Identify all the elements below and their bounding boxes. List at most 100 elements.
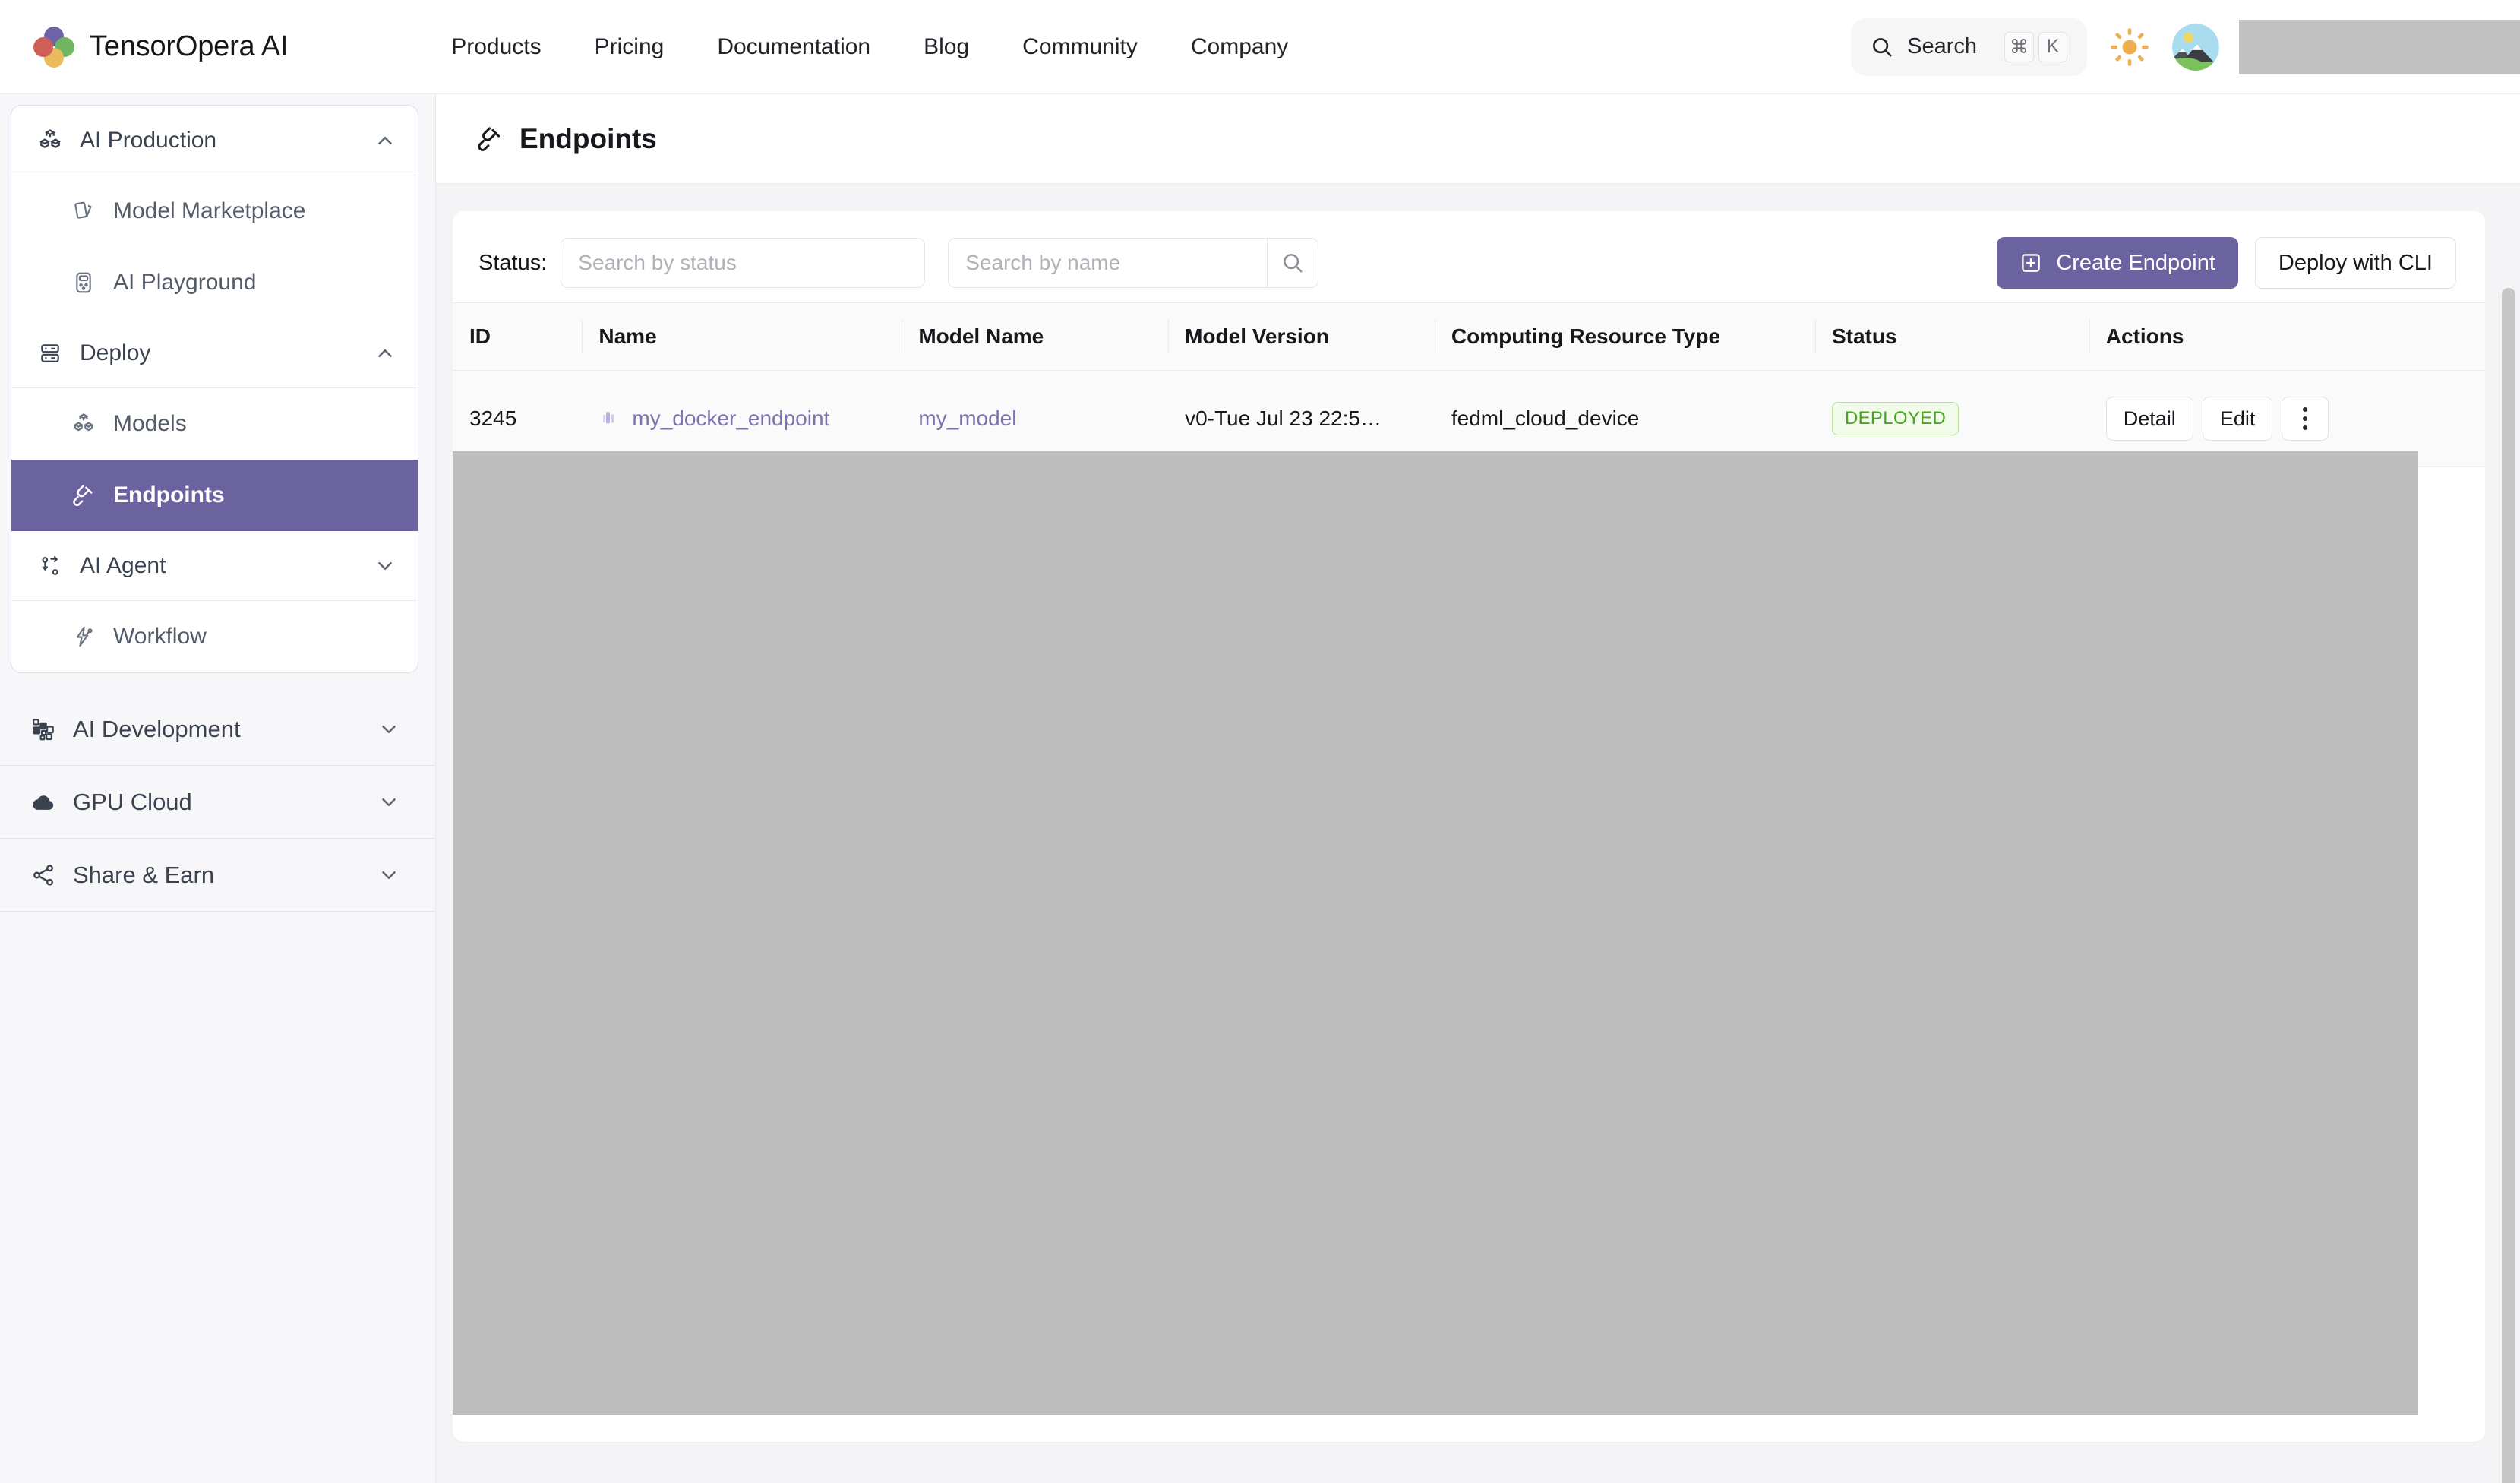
cubes-icon [34, 128, 66, 153]
workflow-icon [68, 625, 99, 649]
blocks-icon [27, 716, 59, 742]
column-header-name: Name [582, 303, 902, 371]
endpoints-table: ID Name Model Name Model Version Computi… [453, 302, 2485, 467]
search-icon [1871, 36, 1893, 58]
status-filter-placeholder: Search by status [578, 251, 737, 275]
column-header-status: Status [1815, 303, 2089, 371]
cards-icon [68, 199, 99, 223]
sidebar-item-endpoints[interactable]: Endpoints [11, 460, 418, 531]
create-endpoint-button[interactable]: Create Endpoint [1997, 237, 2238, 289]
sidebar-item-label: Share & Earn [73, 862, 214, 889]
share-icon [27, 862, 59, 888]
sidebar-item-share-and-earn[interactable]: Share & Earn [0, 839, 435, 912]
table-header: ID Name Model Name Model Version Computi… [453, 303, 2485, 371]
redacted-account-block [2239, 20, 2520, 74]
kbd-command-icon: ⌘ [2004, 32, 2034, 62]
cubes-icon [68, 412, 99, 436]
top-navigation-bar: TensorOpera AI Products Pricing Document… [0, 0, 2520, 94]
name-search-group: Search by name [948, 238, 1318, 288]
nav-link-blog[interactable]: Blog [924, 34, 969, 60]
create-endpoint-label: Create Endpoint [2056, 251, 2215, 276]
sidebar-ai-production-card: AI Production Model Marketplace [11, 105, 418, 673]
sidebar-group-ai-agent[interactable]: AI Agent [11, 531, 418, 601]
main-content: Endpoints Status: Search by status Searc… [436, 94, 2520, 1483]
top-nav-right-cluster: Search ⌘ K [1851, 18, 2520, 76]
endpoint-name-link[interactable]: my_docker_endpoint [632, 406, 829, 431]
sidebar-item-label: AI Development [73, 716, 241, 743]
primary-nav-links: Products Pricing Documentation Blog Comm… [451, 34, 1288, 60]
brand-logo[interactable]: TensorOpera AI [33, 27, 288, 68]
status-badge: DEPLOYED [1832, 402, 1959, 435]
edit-button[interactable]: Edit [2203, 397, 2273, 441]
global-search-label: Search [1907, 34, 1977, 59]
nav-link-community[interactable]: Community [1022, 34, 1138, 60]
endpoints-card: Status: Search by status Search by name [453, 211, 2485, 1442]
agent-icon [34, 554, 66, 578]
filter-toolbar: Status: Search by status Search by name [453, 211, 2485, 302]
column-header-computing-resource-type: Computing Resource Type [1435, 303, 1815, 371]
chevron-up-icon [372, 340, 398, 366]
name-search-placeholder: Search by name [965, 251, 1120, 275]
plug-icon [474, 123, 506, 155]
sidebar-item-models[interactable]: Models [11, 388, 418, 460]
name-search-button[interactable] [1267, 238, 1318, 288]
chevron-down-icon [376, 716, 402, 742]
sidebar-group-label: AI Production [80, 128, 216, 153]
sidebar-item-label: Endpoints [113, 482, 225, 508]
name-search-input[interactable]: Search by name [948, 238, 1267, 288]
sidebar-item-gpu-cloud[interactable]: GPU Cloud [0, 766, 435, 839]
sidebar-item-model-marketplace[interactable]: Model Marketplace [11, 175, 418, 247]
server-icon [34, 341, 66, 365]
nav-link-products[interactable]: Products [451, 34, 541, 60]
sidebar-item-label: Models [113, 411, 187, 437]
sidebar-group-label: AI Agent [80, 553, 166, 579]
kebab-menu-icon [2303, 407, 2307, 430]
kbd-k: K [2038, 32, 2067, 62]
nav-link-documentation[interactable]: Documentation [717, 34, 870, 60]
tensoropera-logo-icon [33, 27, 74, 68]
avatar[interactable] [2172, 24, 2219, 71]
chevron-down-icon [376, 789, 402, 815]
sun-icon [2110, 27, 2149, 67]
column-header-id: ID [453, 303, 582, 371]
detail-button[interactable]: Detail [2106, 397, 2193, 441]
sidebar-item-workflow[interactable]: Workflow [11, 601, 418, 672]
deploy-with-cli-label: Deploy with CLI [2278, 251, 2433, 276]
content-area: Status: Search by status Search by name [436, 184, 2520, 1442]
chevron-down-icon [372, 553, 398, 579]
sidebar-item-ai-playground[interactable]: AI Playground [11, 247, 418, 318]
sidebar-item-ai-development[interactable]: AI Development [0, 693, 435, 766]
more-actions-button[interactable] [2282, 397, 2329, 441]
theme-toggle-button[interactable] [2107, 24, 2152, 70]
sidebar-group-label: Deploy [80, 340, 150, 366]
deploy-with-cli-button[interactable]: Deploy with CLI [2255, 237, 2456, 289]
global-search-button[interactable]: Search ⌘ K [1851, 18, 2087, 76]
search-icon [1281, 251, 1304, 274]
sidebar-item-label: Model Marketplace [113, 198, 305, 224]
page-title: Endpoints [519, 123, 657, 155]
sidebar: AI Production Model Marketplace [0, 94, 436, 1483]
sidebar-item-label: GPU Cloud [73, 789, 192, 816]
chevron-down-icon [376, 862, 402, 888]
docker-icon [598, 407, 621, 430]
brand-name: TensorOpera AI [90, 30, 288, 63]
redacted-table-body-block [453, 451, 2418, 1415]
sidebar-item-label: Workflow [113, 624, 207, 650]
search-shortcut-hint: ⌘ K [2004, 32, 2067, 62]
column-header-model-version: Model Version [1168, 303, 1435, 371]
nav-link-company[interactable]: Company [1191, 34, 1288, 60]
status-filter-input[interactable]: Search by status [561, 238, 925, 288]
cloud-icon [27, 789, 59, 816]
page-header: Endpoints [436, 94, 2520, 184]
nav-link-pricing[interactable]: Pricing [595, 34, 665, 60]
column-header-actions: Actions [2089, 303, 2485, 371]
status-filter-label: Status: [478, 251, 547, 276]
sidebar-group-ai-production[interactable]: AI Production [11, 106, 418, 175]
plus-square-icon [2019, 251, 2042, 274]
sidebar-group-deploy[interactable]: Deploy [11, 318, 418, 388]
column-header-model-name: Model Name [902, 303, 1168, 371]
model-name-link[interactable]: my_model [918, 406, 1016, 430]
vertical-scrollbar[interactable] [2502, 288, 2515, 1483]
sidebar-item-label: AI Playground [113, 270, 256, 296]
mountain-avatar-icon [2172, 24, 2219, 71]
